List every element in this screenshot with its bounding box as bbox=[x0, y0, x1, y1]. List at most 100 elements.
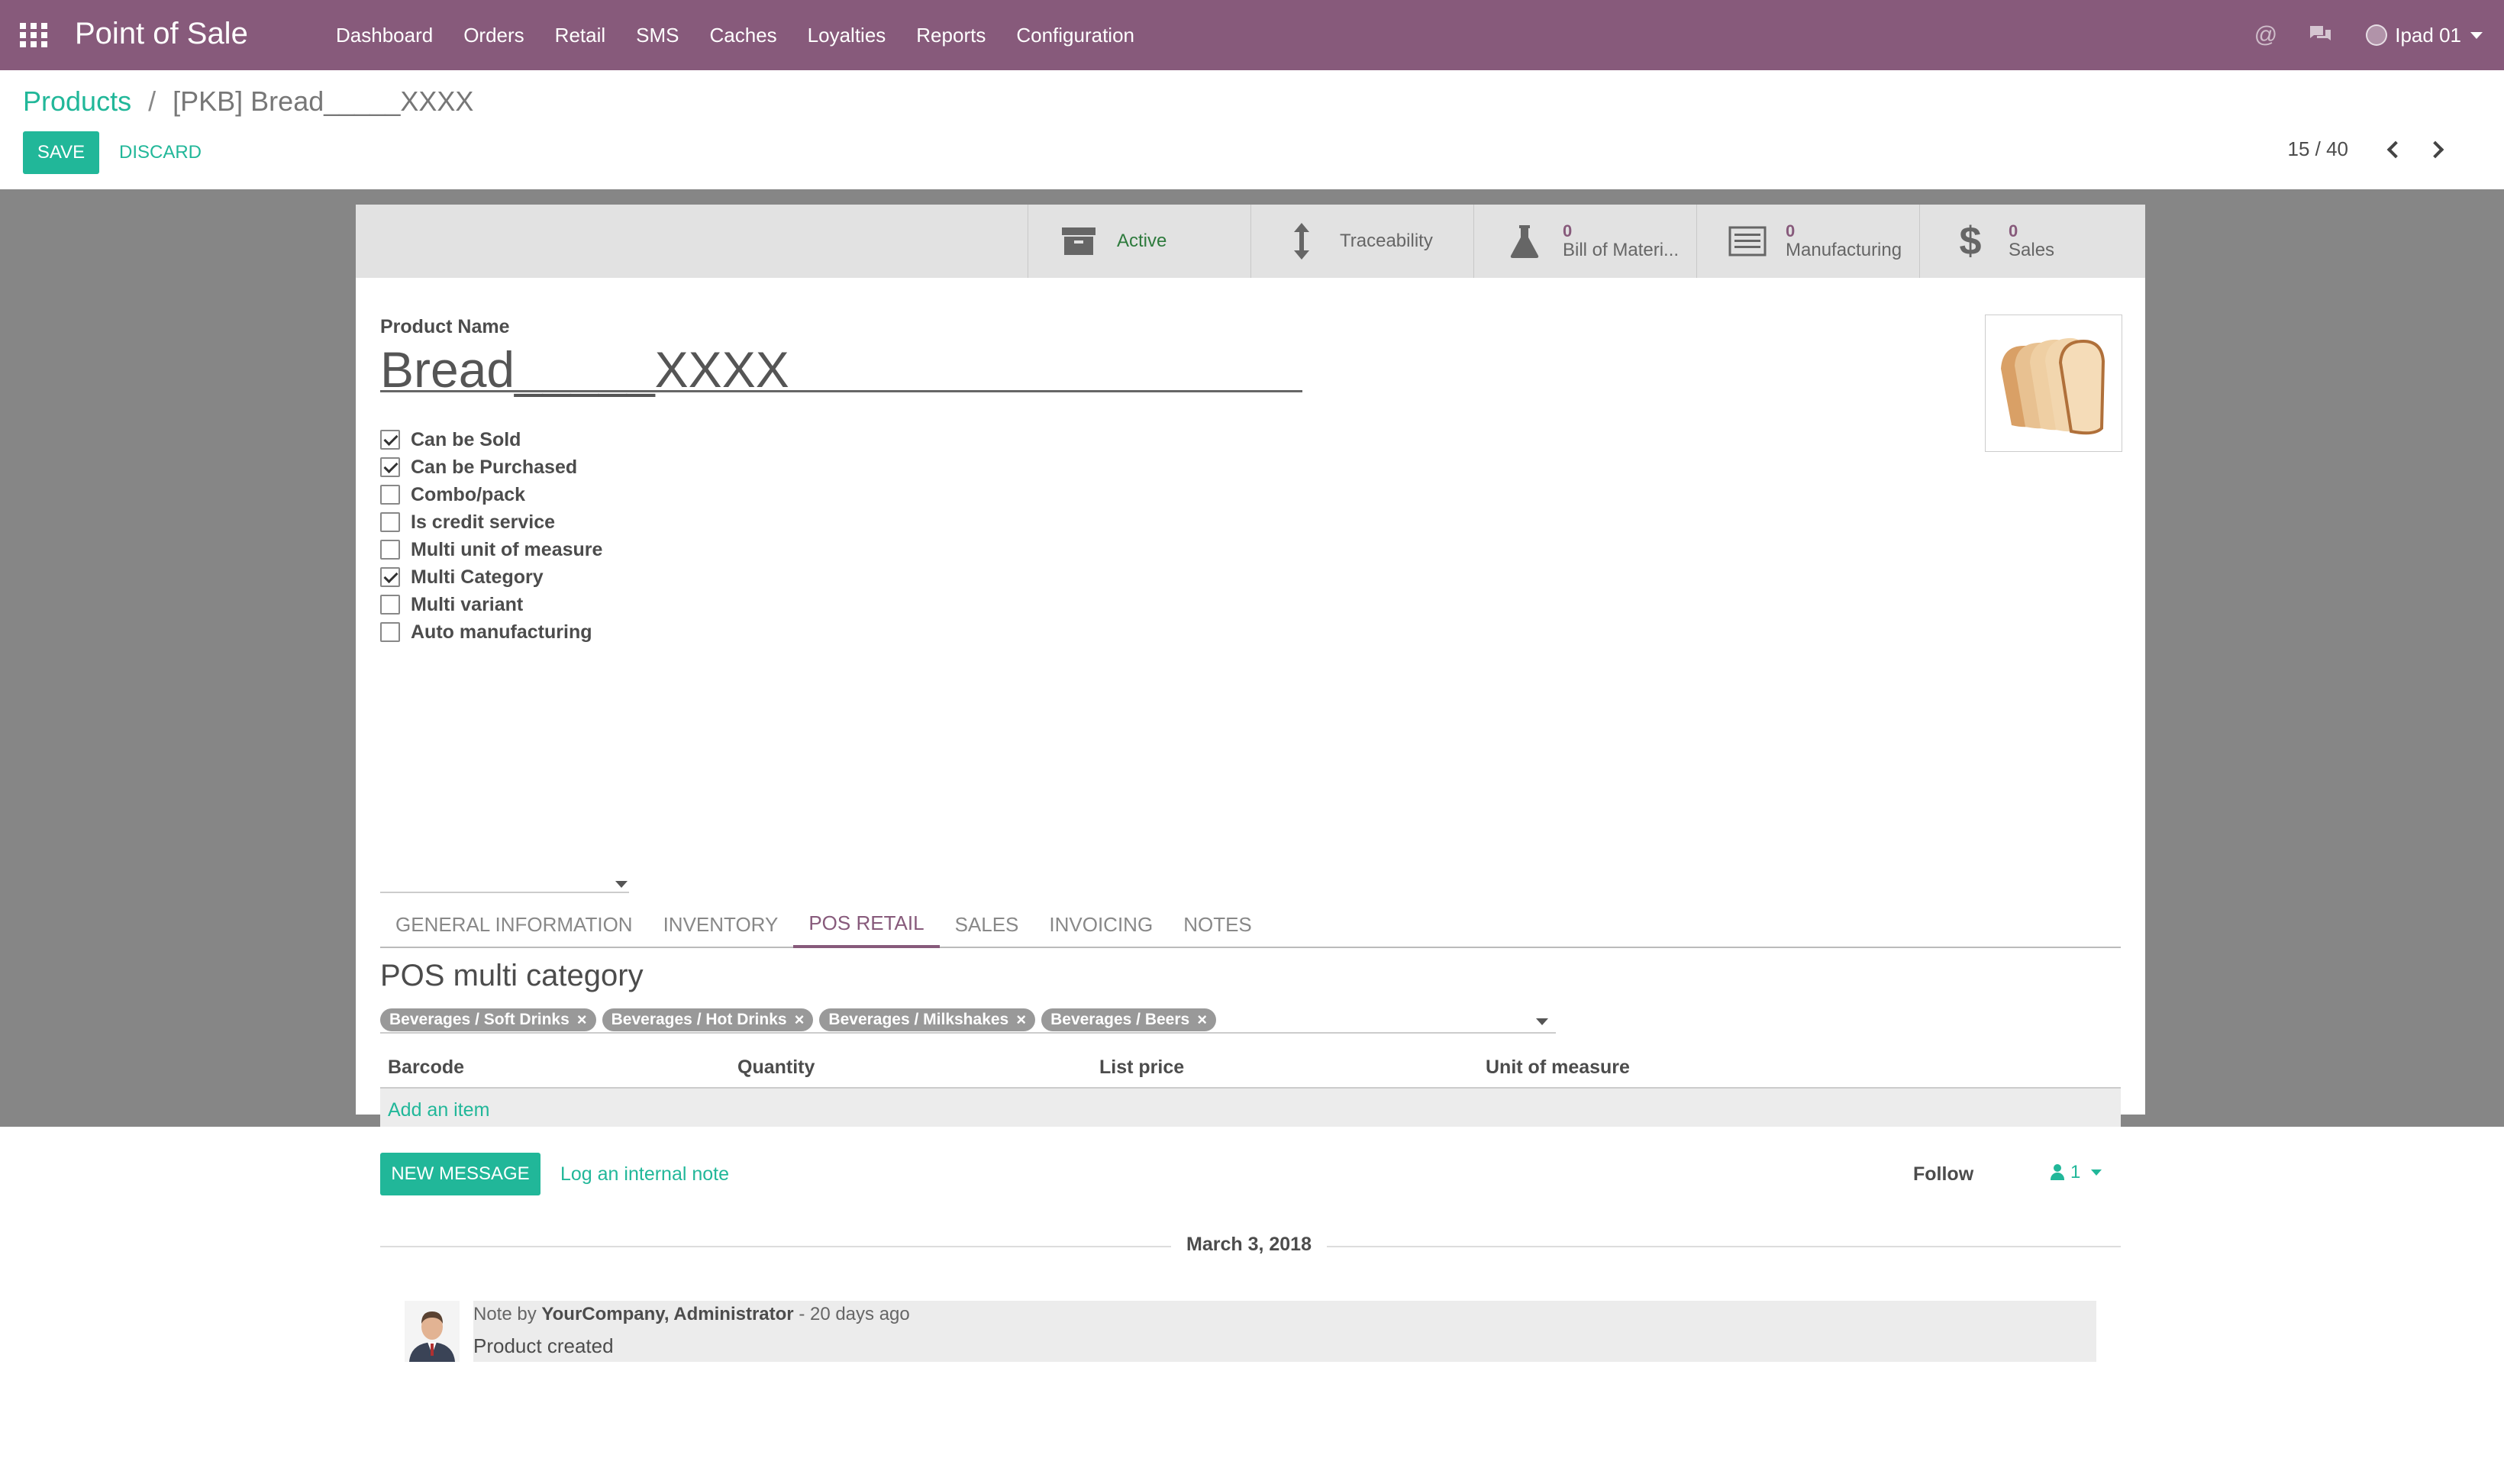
checkbox-unchecked[interactable] bbox=[380, 512, 400, 532]
checkbox-unchecked[interactable] bbox=[380, 540, 400, 560]
active-toggle-button[interactable]: Active bbox=[1028, 205, 1250, 278]
remove-tag-icon[interactable]: × bbox=[577, 1010, 587, 1030]
tab-notes[interactable]: NOTES bbox=[1168, 901, 1267, 948]
author-avatar[interactable] bbox=[405, 1301, 460, 1362]
manufacturing-label: Manufacturing bbox=[1786, 239, 1902, 260]
breadcrumb-separator: / bbox=[148, 85, 156, 117]
app-title: Point of Sale bbox=[75, 17, 248, 50]
checkbox-unchecked[interactable] bbox=[380, 595, 400, 615]
checkbox-unchecked[interactable] bbox=[380, 485, 400, 505]
menu-item-orders[interactable]: Orders bbox=[463, 24, 524, 47]
category-tag: Beverages / Beers × bbox=[1041, 1008, 1217, 1031]
save-button[interactable]: SAVE bbox=[23, 131, 99, 174]
vertical-arrows-icon bbox=[1279, 218, 1325, 264]
follow-button[interactable]: Follow bbox=[1913, 1163, 1973, 1186]
checkbox-unchecked[interactable] bbox=[380, 622, 400, 642]
tab-invoicing[interactable]: INVOICING bbox=[1034, 901, 1168, 948]
product-checkboxes: Can be Sold Can be Purchased Combo/pack … bbox=[380, 426, 602, 646]
remove-tag-icon[interactable]: × bbox=[795, 1010, 805, 1030]
bill-of-materials-button[interactable]: 0 Bill of Materi... bbox=[1473, 205, 1696, 278]
auto-manufacturing-checkbox[interactable]: Auto manufacturing bbox=[380, 618, 602, 646]
tab-general-information[interactable]: GENERAL INFORMATION bbox=[380, 901, 648, 948]
menu-item-sms[interactable]: SMS bbox=[636, 24, 679, 47]
manufacturing-text: 0 Manufacturing bbox=[1786, 221, 1902, 261]
product-image[interactable] bbox=[1985, 315, 2122, 452]
user-name: Ipad 01 bbox=[2395, 23, 2461, 47]
checkbox-checked[interactable] bbox=[380, 457, 400, 477]
empty-select-field[interactable] bbox=[380, 875, 629, 893]
chevron-down-icon[interactable] bbox=[1536, 1018, 1548, 1025]
user-menu[interactable]: Ipad 01 bbox=[2366, 24, 2483, 47]
column-barcode[interactable]: Barcode bbox=[388, 1057, 464, 1079]
menu-item-retail[interactable]: Retail bbox=[555, 24, 605, 47]
tab-inventory[interactable]: INVENTORY bbox=[648, 901, 794, 948]
dollar-icon: $ bbox=[1959, 219, 1982, 263]
list-icon bbox=[1725, 218, 1770, 264]
multi-category-checkbox[interactable]: Multi Category bbox=[380, 563, 602, 591]
menu-item-reports[interactable]: Reports bbox=[916, 24, 986, 47]
log-note-link[interactable]: Log an internal note bbox=[560, 1163, 729, 1186]
multi-uom-checkbox[interactable]: Multi unit of measure bbox=[380, 536, 602, 563]
breadcrumb-products-link[interactable]: Products bbox=[23, 85, 131, 117]
menu-item-configuration[interactable]: Configuration bbox=[1016, 24, 1134, 47]
checkbox-checked[interactable] bbox=[380, 430, 400, 450]
combo-pack-checkbox[interactable]: Combo/pack bbox=[380, 481, 602, 508]
sales-button[interactable]: $ 0 Sales bbox=[1919, 205, 2142, 278]
tab-sales[interactable]: SALES bbox=[940, 901, 1034, 948]
checkbox-label: Auto manufacturing bbox=[411, 621, 592, 643]
category-tag: Beverages / Hot Drinks × bbox=[602, 1008, 814, 1031]
checkbox-checked[interactable] bbox=[380, 567, 400, 587]
tag-label: Beverages / Beers bbox=[1050, 1011, 1190, 1028]
checkbox-label: Combo/pack bbox=[411, 483, 526, 505]
manufacturing-count: 0 bbox=[1786, 221, 1796, 240]
product-name-input[interactable]: Bread_____XXXX bbox=[380, 344, 1302, 395]
apps-grid-icon[interactable] bbox=[20, 23, 47, 47]
breadcrumb-current: [PKB] Bread_____XXXX bbox=[173, 85, 474, 117]
message-prefix: Note by bbox=[473, 1304, 537, 1324]
person-photo-icon bbox=[405, 1301, 460, 1362]
can-be-sold-checkbox[interactable]: Can be Sold bbox=[380, 426, 602, 453]
can-be-purchased-checkbox[interactable]: Can be Purchased bbox=[380, 453, 602, 481]
menu-item-dashboard[interactable]: Dashboard bbox=[336, 24, 433, 47]
manufacturing-button[interactable]: 0 Manufacturing bbox=[1696, 205, 1919, 278]
message-meta: Note by YourCompany, Administrator - 20 … bbox=[473, 1304, 2096, 1325]
message-body: Note by YourCompany, Administrator - 20 … bbox=[473, 1301, 2096, 1362]
at-sign-icon[interactable]: @ bbox=[2254, 22, 2277, 48]
message-time: - 20 days ago bbox=[799, 1304, 910, 1324]
column-list-price[interactable]: List price bbox=[1099, 1057, 1184, 1079]
menu-item-loyalties[interactable]: Loyalties bbox=[808, 24, 886, 47]
checkbox-label: Can be Purchased bbox=[411, 456, 578, 478]
column-quantity[interactable]: Quantity bbox=[737, 1057, 815, 1079]
pos-multi-category-title: POS multi category bbox=[380, 959, 644, 992]
form-sheet: Active Traceability 0 Bill of Materi... … bbox=[356, 205, 2145, 1217]
sales-count: 0 bbox=[2009, 221, 2018, 240]
checkbox-label: Can be Sold bbox=[411, 428, 521, 450]
notebook-tabs: GENERAL INFORMATION INVENTORY POS RETAIL… bbox=[380, 901, 2121, 948]
traceability-button[interactable]: Traceability bbox=[1250, 205, 1473, 278]
column-unit-of-measure[interactable]: Unit of measure bbox=[1486, 1057, 1630, 1079]
is-credit-service-checkbox[interactable]: Is credit service bbox=[380, 508, 602, 536]
checkbox-label: Multi unit of measure bbox=[411, 538, 603, 560]
chevron-left-icon[interactable] bbox=[2386, 140, 2405, 158]
category-tag: Beverages / Soft Drinks × bbox=[380, 1008, 596, 1031]
remove-tag-icon[interactable]: × bbox=[1016, 1010, 1026, 1030]
remove-tag-icon[interactable]: × bbox=[1197, 1010, 1207, 1030]
menu-item-caches[interactable]: Caches bbox=[710, 24, 777, 47]
discard-button[interactable]: DISCARD bbox=[119, 142, 202, 163]
pos-category-tags-field[interactable]: Beverages / Soft Drinks × Beverages / Hot… bbox=[380, 1008, 1556, 1034]
checkbox-label: Multi Category bbox=[411, 566, 544, 588]
date-separator-label: March 3, 2018 bbox=[1171, 1234, 1327, 1256]
tag-label: Beverages / Hot Drinks bbox=[611, 1011, 787, 1028]
tab-pos-retail[interactable]: POS RETAIL bbox=[793, 901, 940, 948]
multi-variant-checkbox[interactable]: Multi variant bbox=[380, 591, 602, 618]
main-menu: Dashboard Orders Retail SMS Caches Loyal… bbox=[336, 0, 1165, 70]
navbar-right: @ Ipad 01 bbox=[2254, 0, 2504, 70]
followers-dropdown[interactable]: 1 bbox=[2051, 1162, 2102, 1183]
pager-value[interactable]: 15 / 40 bbox=[2287, 137, 2348, 161]
sales-text: 0 Sales bbox=[2009, 221, 2054, 261]
add-item-link[interactable]: Add an item bbox=[388, 1099, 489, 1121]
new-message-button[interactable]: NEW MESSAGE bbox=[380, 1153, 540, 1195]
message-author[interactable]: YourCompany, Administrator bbox=[541, 1304, 793, 1324]
chevron-right-icon[interactable] bbox=[2426, 140, 2444, 158]
chat-bubbles-icon[interactable] bbox=[2308, 24, 2332, 46]
